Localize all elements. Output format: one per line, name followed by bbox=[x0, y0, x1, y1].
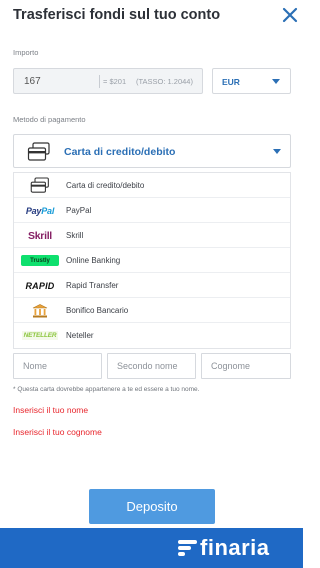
payment-option-card[interactable]: Carta di credito/debito bbox=[14, 173, 290, 198]
chevron-down-icon bbox=[273, 149, 281, 154]
footer: finaria bbox=[0, 528, 303, 568]
payment-option-label: Bonifico Bancario bbox=[66, 306, 129, 315]
amount-field[interactable]: 167 = $201 (TASSO: 1.2044) bbox=[13, 68, 203, 94]
first-name-error: Inserisci il tuo nome bbox=[13, 405, 89, 415]
payment-method-value: Carta di credito/debito bbox=[64, 146, 176, 158]
payment-option-rapid-transfer[interactable]: RAPID Rapid Transfer bbox=[14, 273, 290, 298]
payment-option-label: PayPal bbox=[66, 206, 92, 215]
payment-option-label: Rapid Transfer bbox=[66, 281, 119, 290]
payment-option-label: Neteller bbox=[66, 331, 94, 340]
neteller-logo-text: NETELLER bbox=[21, 331, 59, 340]
last-name-error: Inserisci il tuo cognome bbox=[13, 427, 102, 437]
last-name-input[interactable] bbox=[201, 353, 291, 379]
payment-option-label: Online Banking bbox=[66, 256, 121, 265]
currency-value: EUR bbox=[222, 77, 240, 87]
payment-option-paypal[interactable]: PayPal PayPal bbox=[14, 198, 290, 223]
chevron-down-icon bbox=[272, 79, 280, 84]
paypal-logo: PayPal bbox=[21, 203, 59, 218]
bank-icon bbox=[21, 303, 59, 318]
finaria-logo: finaria bbox=[178, 535, 270, 561]
amount-usd-equivalent: = $201 bbox=[103, 77, 127, 86]
payment-option-skrill[interactable]: Skrill Skrill bbox=[14, 223, 290, 248]
payment-option-neteller[interactable]: NETELLER Neteller bbox=[14, 323, 290, 348]
skrill-logo: Skrill bbox=[21, 228, 59, 243]
trustly-logo: Trustly bbox=[21, 253, 59, 268]
close-icon[interactable] bbox=[279, 4, 301, 26]
credit-card-icon bbox=[21, 177, 59, 193]
currency-select[interactable]: EUR bbox=[212, 68, 291, 94]
payment-option-label: Skrill bbox=[66, 231, 84, 240]
skrill-logo-text: Skrill bbox=[28, 229, 52, 242]
paypal-logo-text-accent: Pal bbox=[41, 205, 55, 216]
credit-card-icon bbox=[27, 142, 51, 167]
rapid-logo-text: RAPID bbox=[25, 280, 55, 291]
rapid-logo: RAPID bbox=[21, 278, 59, 293]
payment-method-label: Metodo di pagamento bbox=[13, 115, 86, 124]
card-owner-note: * Questa carta dovrebbe appartenere a te… bbox=[13, 386, 200, 393]
exchange-rate: (TASSO: 1.2044) bbox=[136, 77, 193, 86]
payment-option-label: Carta di credito/debito bbox=[66, 181, 145, 190]
amount-label: Importo bbox=[13, 48, 39, 57]
brand-name: finaria bbox=[200, 535, 270, 560]
paypal-logo-text: Pay bbox=[25, 205, 42, 216]
payment-method-select[interactable]: Carta di credito/debito bbox=[13, 134, 291, 168]
first-name-input[interactable] bbox=[13, 353, 102, 379]
header: Trasferisci fondi sul tuo conto bbox=[0, 0, 303, 30]
middle-name-input[interactable] bbox=[107, 353, 196, 379]
amount-divider bbox=[99, 75, 100, 88]
payment-option-bank-transfer[interactable]: Bonifico Bancario bbox=[14, 298, 290, 323]
amount-value[interactable]: 167 bbox=[24, 76, 41, 87]
deposit-button[interactable]: Deposito bbox=[89, 489, 215, 524]
page-title: Trasferisci fondi sul tuo conto bbox=[13, 7, 221, 23]
neteller-logo: NETELLER bbox=[21, 328, 59, 343]
payment-method-list: Carta di credito/debito PayPal PayPal Sk… bbox=[13, 172, 291, 349]
finaria-logo-icon bbox=[178, 537, 197, 559]
trustly-logo-text: Trustly bbox=[21, 255, 59, 266]
payment-option-online-banking[interactable]: Trustly Online Banking bbox=[14, 248, 290, 273]
